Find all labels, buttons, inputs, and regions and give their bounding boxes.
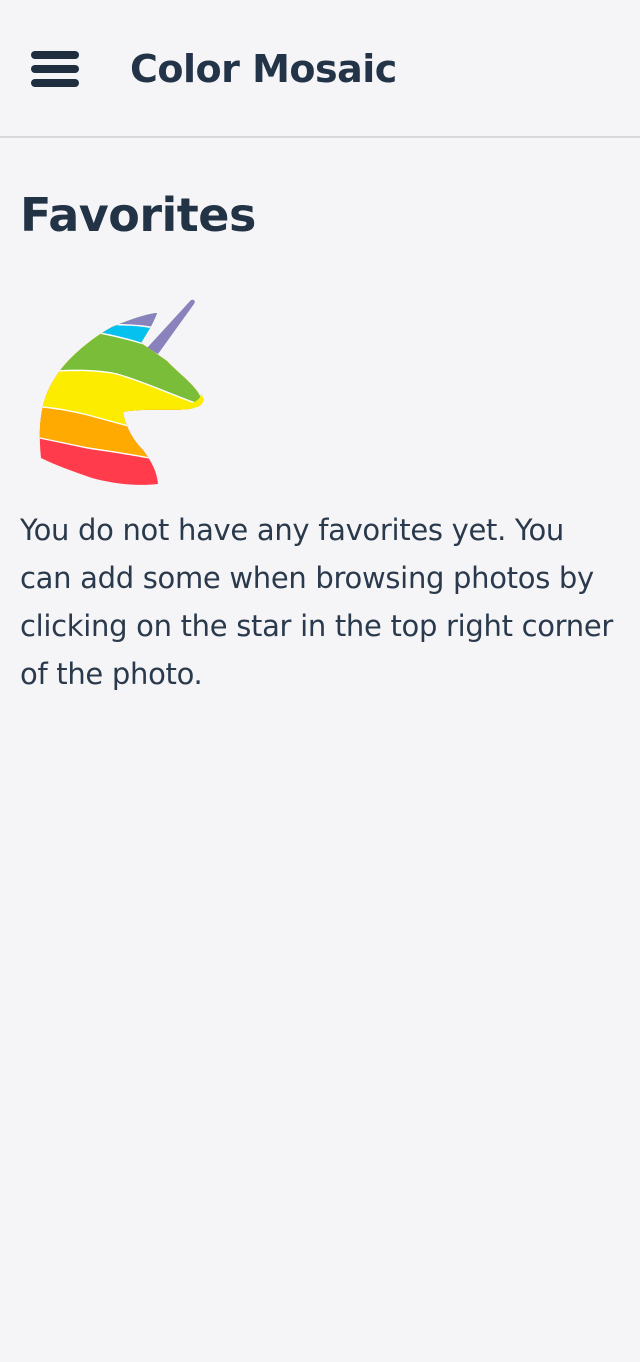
empty-favorites-message: You do not have any favorites yet. You c… (20, 513, 614, 691)
menu-button[interactable] (26, 46, 84, 92)
hamburger-menu-icon (31, 51, 79, 87)
page-title: Favorites (20, 188, 256, 242)
app-header: Color Mosaic (0, 0, 640, 138)
favorites-screen: Color Mosaic Favorites You do not have a… (0, 0, 640, 1362)
rainbow-unicorn-icon (39, 299, 204, 485)
unicorn-horn (147, 299, 195, 354)
app-title: Color Mosaic (130, 47, 397, 91)
